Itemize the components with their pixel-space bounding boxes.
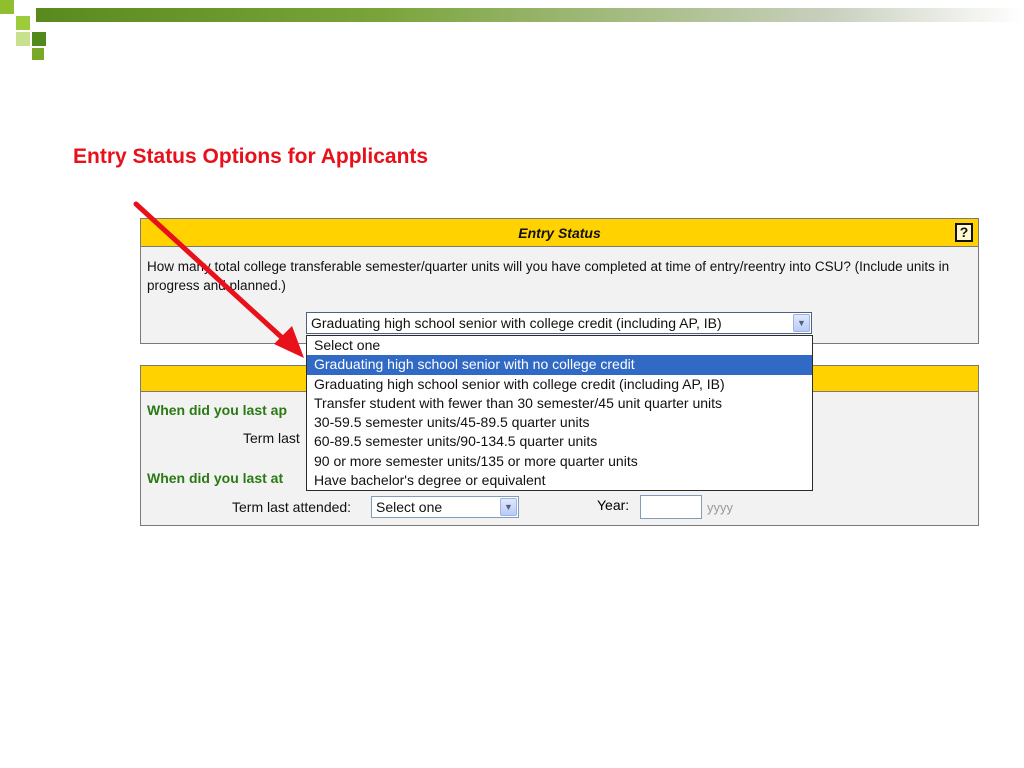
annotation-arrow-icon bbox=[133, 201, 304, 358]
arrow-head bbox=[274, 326, 304, 358]
arrow-shaft bbox=[133, 201, 293, 348]
